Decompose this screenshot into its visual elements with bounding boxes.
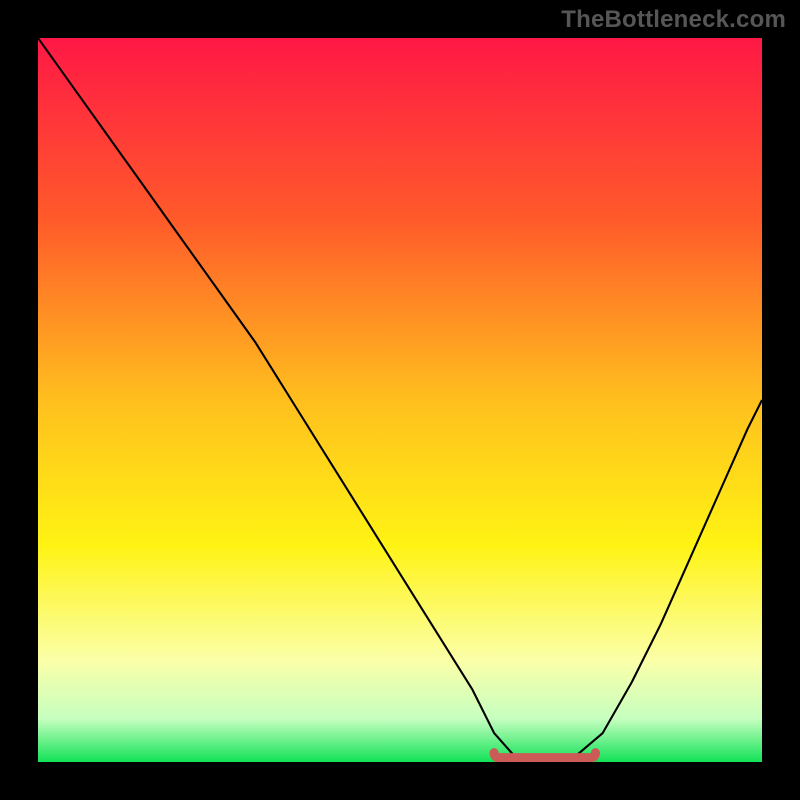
chart-container: TheBottleneck.com <box>0 0 800 800</box>
minimum-marker <box>494 753 595 758</box>
plot-area <box>38 38 762 762</box>
chart-svg <box>38 38 762 762</box>
watermark: TheBottleneck.com <box>561 6 786 34</box>
gradient-background <box>38 38 762 762</box>
